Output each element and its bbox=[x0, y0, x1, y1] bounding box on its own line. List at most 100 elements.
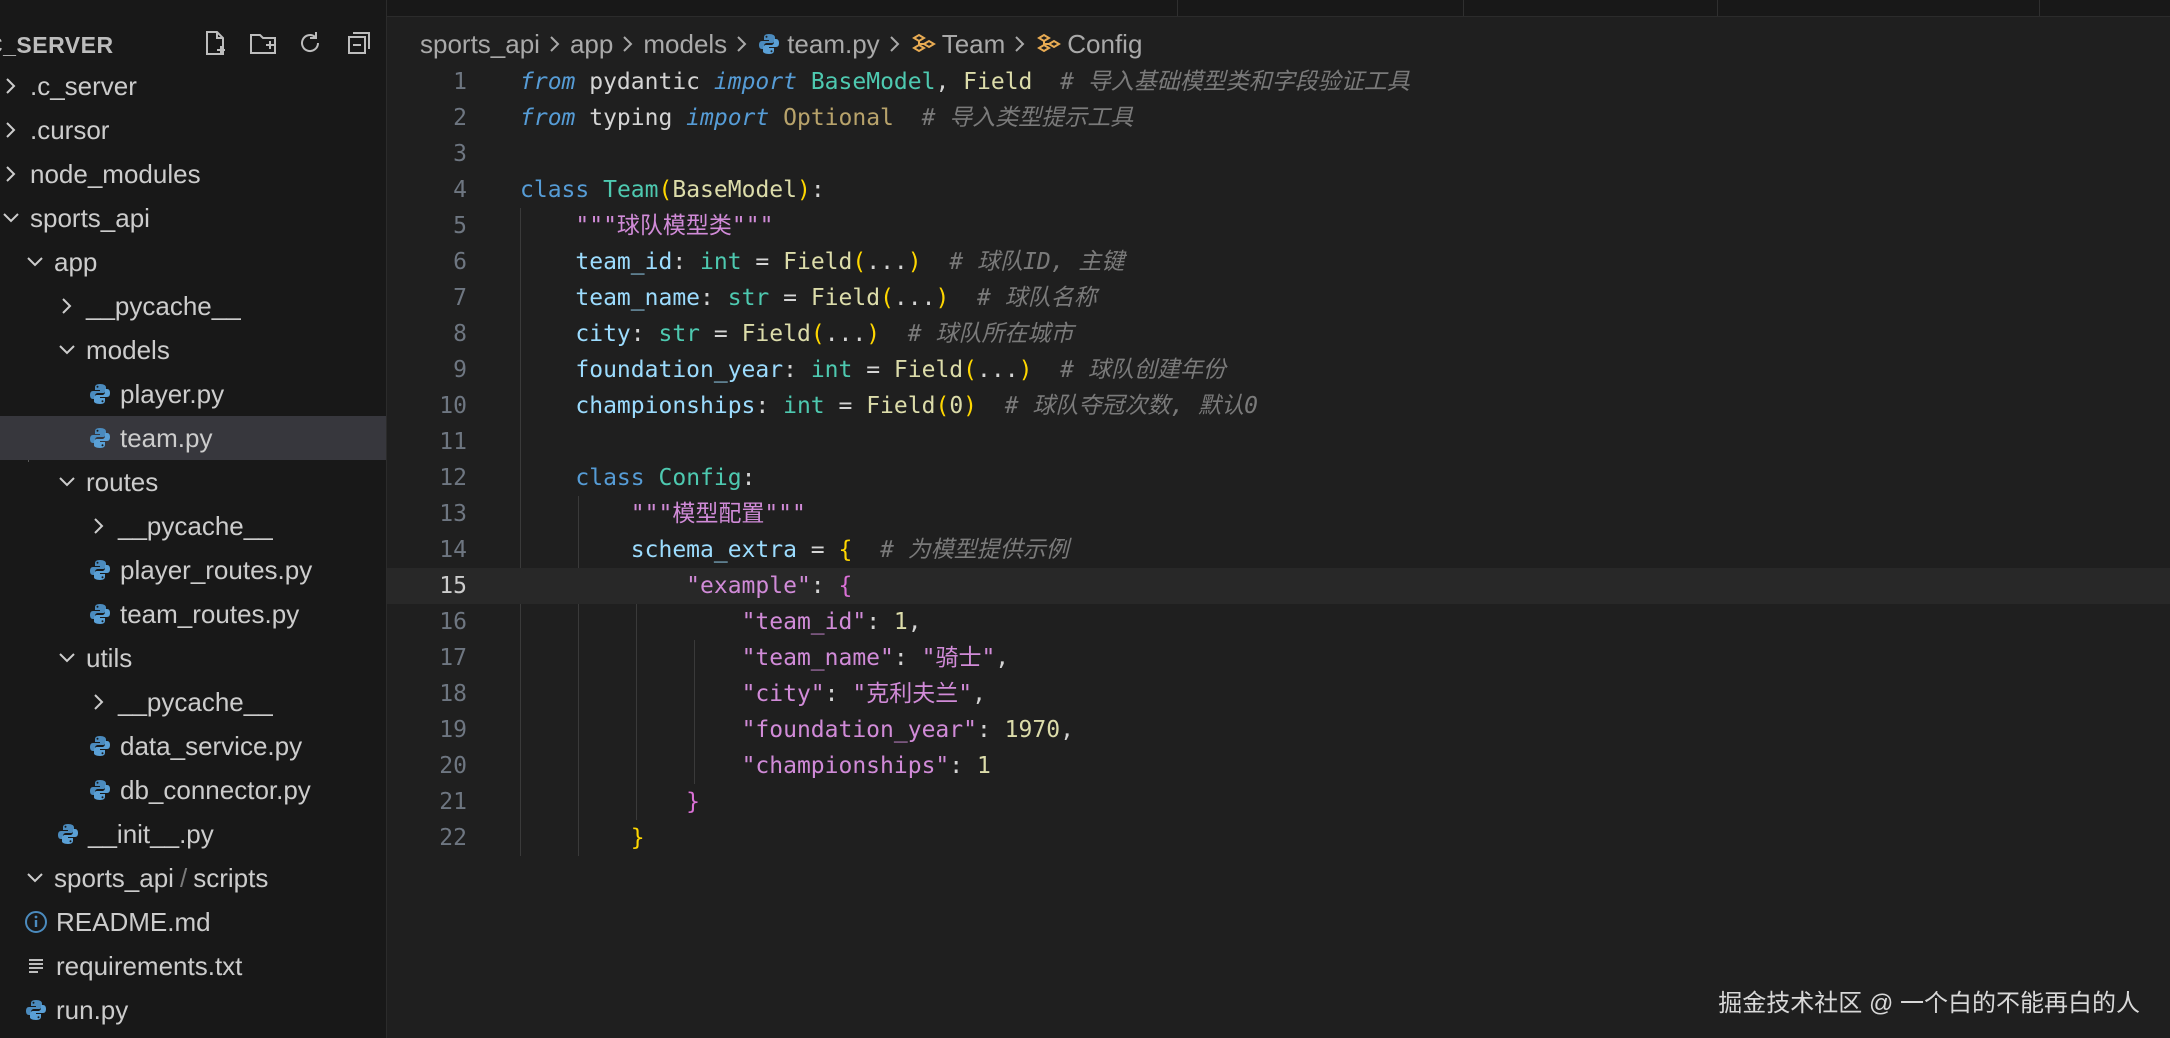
code-token: , bbox=[1060, 717, 1074, 743]
python-file-icon bbox=[757, 32, 781, 56]
tree-folder[interactable]: .cursor bbox=[0, 108, 386, 152]
code-line[interactable]: 16 "team_id": 1, bbox=[387, 604, 2170, 640]
code-token: ( bbox=[963, 357, 978, 383]
code-token: int bbox=[810, 357, 853, 383]
code-text: schema_extra = { # 为模型提供示例 bbox=[520, 532, 1069, 568]
tree-file[interactable]: team.py bbox=[0, 416, 386, 460]
line-number: 9 bbox=[453, 357, 467, 383]
code-token: city bbox=[575, 321, 631, 347]
code-line[interactable]: 18 "city": "克利夫兰", bbox=[387, 676, 2170, 712]
code-line[interactable]: 8 city: str = Field(...) # 球队所在城市 bbox=[387, 316, 2170, 352]
refresh-icon[interactable] bbox=[293, 26, 327, 60]
line-number: 11 bbox=[439, 429, 467, 455]
tree-folder[interactable]: sports_api / scripts bbox=[0, 856, 386, 900]
tree-folder[interactable]: __pycache__ bbox=[0, 504, 386, 548]
code-line[interactable]: 3 bbox=[387, 136, 2170, 172]
code-token: : bbox=[741, 465, 756, 491]
code-token: class bbox=[575, 465, 645, 491]
code-token: } bbox=[630, 825, 645, 851]
tree-folder[interactable]: models bbox=[0, 328, 386, 372]
code-token: = bbox=[796, 537, 839, 563]
code-line[interactable]: 21 } bbox=[387, 784, 2170, 820]
code-token: : bbox=[810, 573, 839, 599]
tree-folder[interactable]: utils bbox=[0, 636, 386, 680]
code-line[interactable]: 1 from pydantic import BaseModel, Field #… bbox=[387, 64, 2170, 100]
tree-file[interactable]: README.md bbox=[0, 900, 386, 944]
breadcrumb-item-class-team[interactable]: Team bbox=[942, 29, 1006, 60]
text-file-icon bbox=[24, 954, 48, 978]
breadcrumb-item-models[interactable]: models bbox=[643, 29, 727, 60]
code-line[interactable]: 10 championships: int = Field(0) # 球队夺冠次… bbox=[387, 388, 2170, 424]
tree-file[interactable]: player_routes.py bbox=[0, 548, 386, 592]
code-token: """球队模型类""" bbox=[575, 213, 774, 239]
code-token: ... bbox=[866, 249, 908, 275]
code-line[interactable]: 12 class Config: bbox=[387, 460, 2170, 496]
breadcrumb-item-app[interactable]: app bbox=[570, 29, 613, 60]
tree-file[interactable]: team_routes.py bbox=[0, 592, 386, 636]
code-line[interactable]: 5 """球队模型类""" bbox=[387, 208, 2170, 244]
code-token: 1 bbox=[893, 609, 908, 635]
code-line[interactable]: 11 bbox=[387, 424, 2170, 460]
line-number: 22 bbox=[439, 825, 467, 851]
code-line[interactable]: 4 class Team(BaseModel): bbox=[387, 172, 2170, 208]
tree-file[interactable]: requirements.txt bbox=[0, 944, 386, 988]
new-file-icon[interactable] bbox=[198, 26, 232, 60]
python-file-icon bbox=[56, 822, 80, 846]
tree-folder[interactable]: __pycache__ bbox=[0, 680, 386, 724]
code-text: team_name: str = Field(...) # 球队名称 bbox=[520, 280, 1096, 316]
tree-item-label: player.py bbox=[120, 378, 225, 409]
tree-folder[interactable]: sports_api bbox=[0, 196, 386, 240]
chevron-down-icon bbox=[56, 339, 78, 361]
breadcrumb-item-file[interactable]: team.py bbox=[787, 29, 880, 60]
tree-folder[interactable]: __pycache__ bbox=[0, 284, 386, 328]
code-token: = bbox=[741, 249, 784, 275]
code-line[interactable]: 14 schema_extra = { # 为模型提供示例 bbox=[387, 532, 2170, 568]
tree-folder[interactable]: .c_server bbox=[0, 64, 386, 108]
code-line[interactable]: 6 team_id: int = Field(...) # 球队ID, 主键 bbox=[387, 244, 2170, 280]
code-line[interactable]: 9 foundation_year: int = Field(...) # 球队… bbox=[387, 352, 2170, 388]
new-folder-icon[interactable] bbox=[246, 26, 280, 60]
code-token: ) bbox=[796, 177, 811, 203]
tree-item-label: requirements.txt bbox=[56, 950, 243, 981]
code-text: class Team(BaseModel): bbox=[520, 172, 825, 208]
tree-folder[interactable]: app bbox=[0, 240, 386, 284]
code-token: foundation_year bbox=[575, 357, 784, 383]
code-line[interactable]: 2 from typing import Optional # 导入类型提示工具 bbox=[387, 100, 2170, 136]
tree-file[interactable]: data_service.py bbox=[0, 724, 386, 768]
tab-strip bbox=[387, 0, 2170, 17]
tree-file[interactable]: db_connector.py bbox=[0, 768, 386, 812]
code-line[interactable]: 22 } bbox=[387, 820, 2170, 856]
breadcrumb-item-class-config[interactable]: Config bbox=[1067, 29, 1142, 60]
breadcrumb-item-sports-api[interactable]: sports_api bbox=[420, 29, 540, 60]
tree-item-label: team_routes.py bbox=[120, 598, 300, 629]
code-line[interactable]: 13 """模型配置""" bbox=[387, 496, 2170, 532]
tree-file[interactable]: run.py bbox=[0, 988, 386, 1032]
code-line[interactable]: 15 "example": { bbox=[387, 568, 2170, 604]
code-text: """模型配置""" bbox=[520, 496, 806, 532]
code-token: : bbox=[810, 177, 825, 203]
breadcrumb: sports_api app models team.py Team Confi… bbox=[420, 24, 1142, 64]
code-token: ( bbox=[658, 177, 673, 203]
code-line[interactable]: 17 "team_name": "骑士", bbox=[387, 640, 2170, 676]
tree-file[interactable]: __init__.py bbox=[0, 812, 386, 856]
code-line[interactable]: 20 "championships": 1 bbox=[387, 748, 2170, 784]
code-line[interactable]: 19 "foundation_year": 1970, bbox=[387, 712, 2170, 748]
collapse-all-icon[interactable] bbox=[342, 26, 376, 60]
tree-item-label: node_modules bbox=[30, 158, 201, 189]
tree-folder[interactable]: node_modules bbox=[0, 152, 386, 196]
code-line[interactable]: 7 team_name: str = Field(...) # 球队名称 bbox=[387, 280, 2170, 316]
tree-item-label: __pycache__ bbox=[118, 510, 273, 541]
code-text: "championships": 1 bbox=[520, 748, 991, 784]
tree-file[interactable]: player.py bbox=[0, 372, 386, 416]
tree-folder[interactable]: routes bbox=[0, 460, 386, 504]
code-token: # 为模型提供示例 bbox=[880, 537, 1069, 563]
code-token: pydantic bbox=[575, 69, 714, 95]
code-token: "骑士" bbox=[921, 645, 996, 671]
